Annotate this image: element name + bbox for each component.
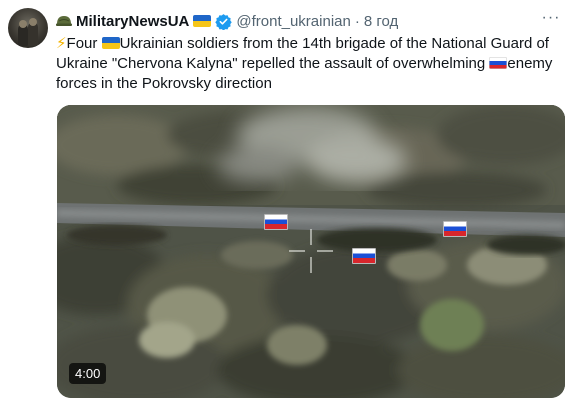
post-text-part: Ukrainian soldiers from the 14th brigade… [56,35,549,72]
user-handle[interactable]: @front_ukrainian [236,13,350,30]
ukraine-flag-icon [193,15,212,27]
russia-flag-marker [443,221,467,237]
post-timestamp[interactable]: 8 год [364,13,398,30]
ukraine-flag-icon [101,37,120,49]
display-name[interactable]: MilitaryNewsUA [76,13,189,30]
helmet-icon [56,14,72,28]
avatar-figure-head [19,20,27,28]
russia-flag-marker [352,248,376,264]
crosshair-icon [289,229,333,273]
separator-dot: · [354,12,360,30]
more-options-button[interactable]: ··· [539,8,563,28]
russia-flag-icon [489,57,508,69]
verified-badge-icon [215,13,233,30]
post-text-part: Four [66,35,102,52]
video-player[interactable]: 4:00 [57,105,565,398]
post-header: MilitaryNewsUA @front_ukrainian · 8 год [56,11,553,31]
post-text: ⚡Four Ukrainian soldiers from the 14th b… [56,34,566,94]
video-duration-badge: 4:00 [69,363,107,384]
avatar-figure-head [29,18,37,26]
russia-flag-marker [264,214,288,230]
avatar[interactable] [8,8,48,48]
lightning-icon: ⚡ [56,35,67,52]
